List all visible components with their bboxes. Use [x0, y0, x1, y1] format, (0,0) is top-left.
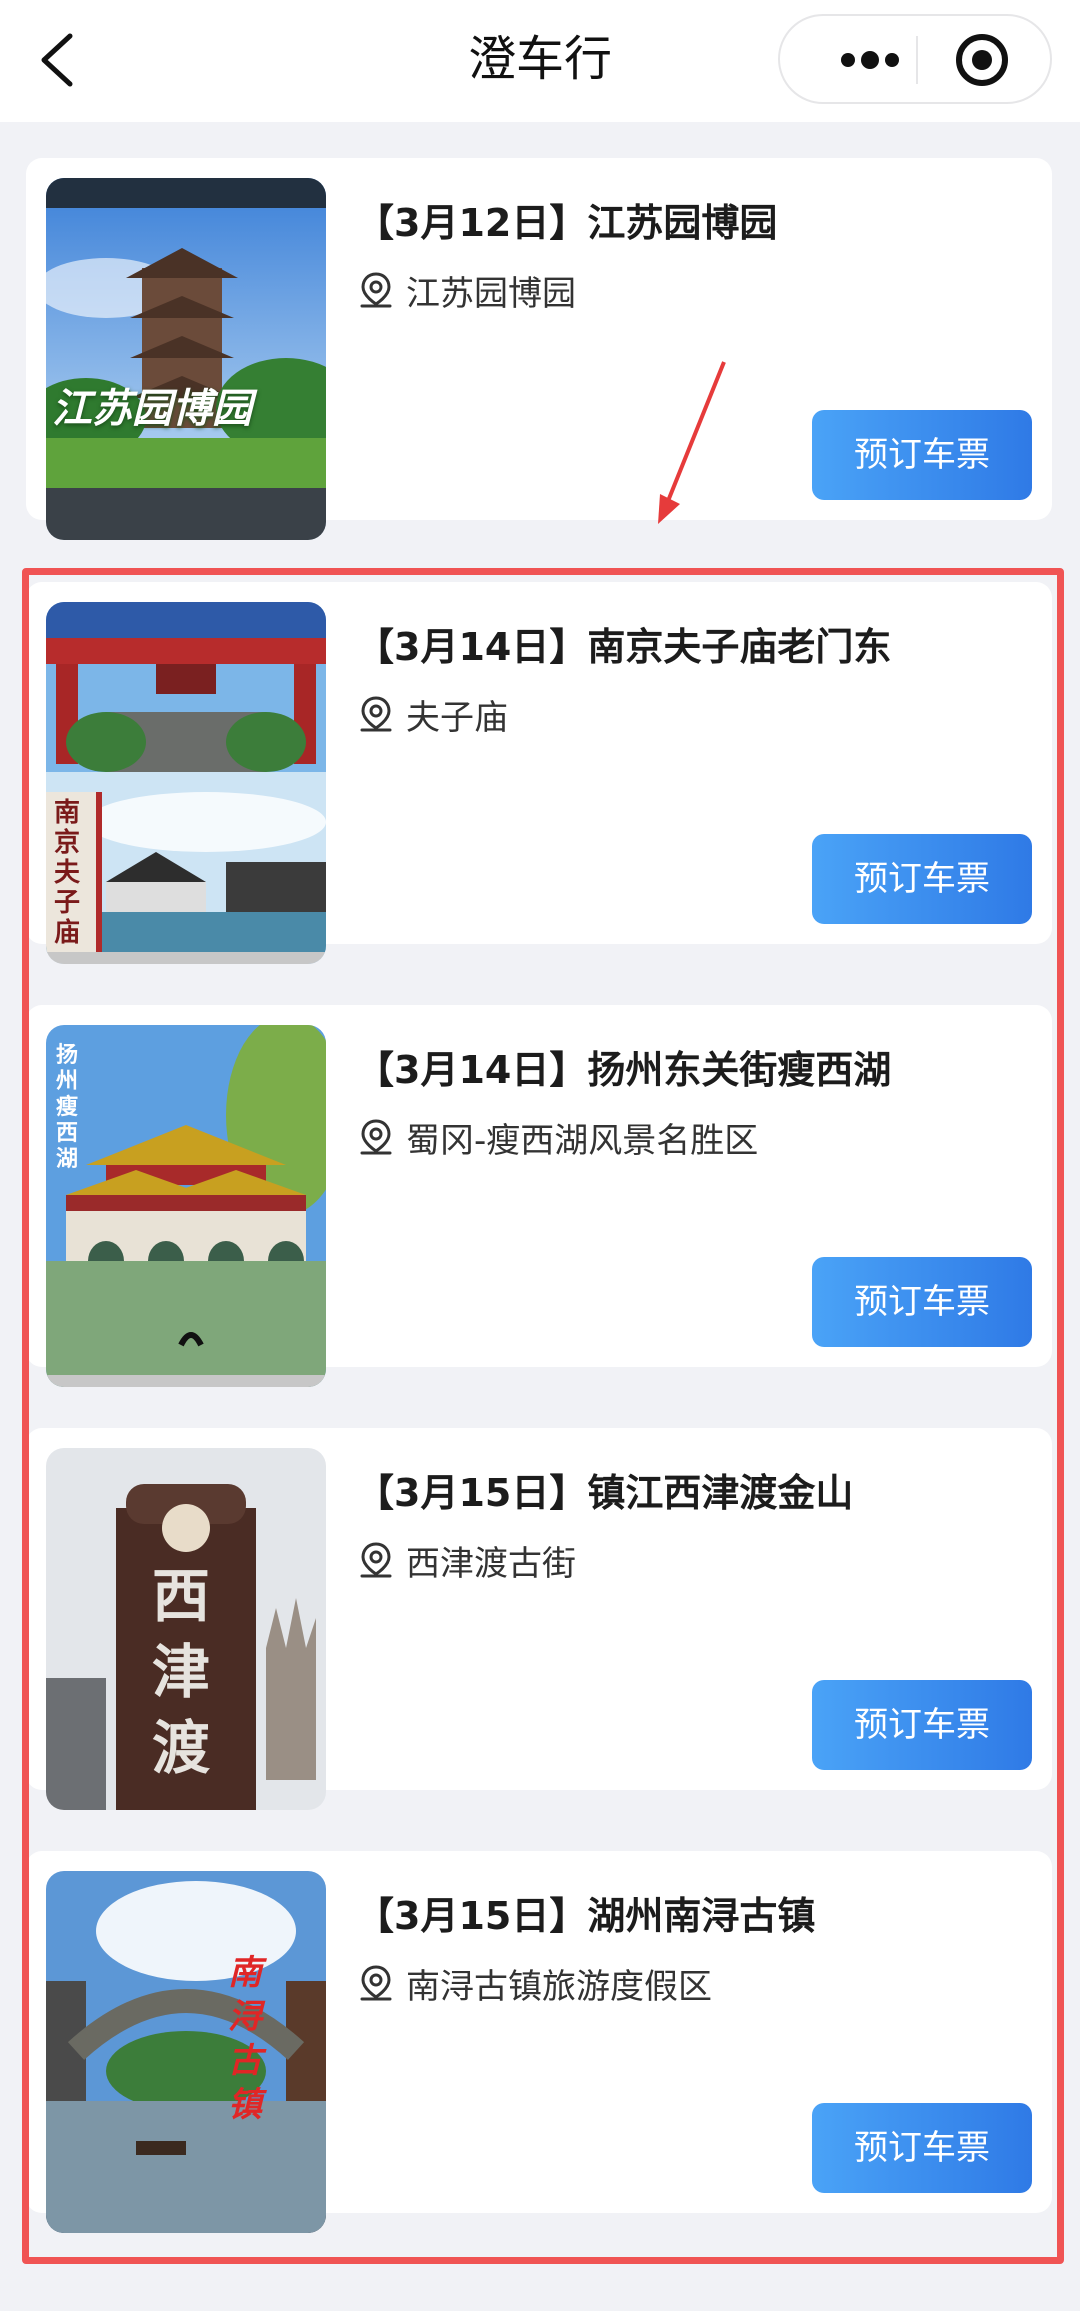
- trip-photo: 江苏园博园: [46, 178, 326, 540]
- trip-location: 西津渡古街: [406, 1544, 576, 1584]
- trip-location: 江苏园博园: [406, 274, 576, 314]
- book-ticket-button[interactable]: 预订车票: [812, 834, 1032, 924]
- trip-title: 【3月15日】湖州南浔古镇: [356, 1894, 816, 1938]
- capsule-divider: [916, 36, 918, 84]
- photo-caption: 扬州 瘦西湖: [56, 1043, 79, 1172]
- trip-title: 【3月14日】南京夫子庙老门东: [356, 625, 892, 669]
- location-pin-icon: [360, 696, 392, 732]
- photo-caption: 江苏园博园: [52, 386, 252, 432]
- more-icon[interactable]: [820, 40, 920, 80]
- book-ticket-button[interactable]: 预订车票: [812, 2103, 1032, 2193]
- trip-location: 南浔古镇旅游度假区: [406, 1967, 712, 2007]
- trip-location: 夫子庙: [406, 698, 508, 738]
- trip-photo: 南浔古镇: [46, 1871, 326, 2233]
- location-pin-icon: [360, 1965, 392, 2001]
- arrow-annotation-icon: [658, 361, 726, 524]
- trip-location: 蜀冈-瘦西湖风景名胜区: [406, 1121, 759, 1161]
- trip-card[interactable]: 南京夫子庙 【3月14日】南京夫子庙老门东 夫子庙 预订车票: [26, 582, 1052, 964]
- trip-photo: 西津渡: [46, 1448, 326, 1810]
- trip-card[interactable]: 西津渡 【3月15日】镇江西津渡金山 西津渡古街 预订车票: [26, 1428, 1052, 1810]
- mini-program-capsule: [778, 14, 1052, 104]
- photo-caption: 西津渡: [152, 1562, 211, 1782]
- trip-card[interactable]: 江苏园博园 【3月12日】江苏园博园 江苏园博园 预订车票: [26, 158, 1052, 540]
- photo-caption: 南浔古镇: [228, 1953, 262, 2125]
- book-ticket-button[interactable]: 预订车票: [812, 1680, 1032, 1770]
- trip-photo: 扬州 瘦西湖: [46, 1025, 326, 1387]
- book-ticket-button[interactable]: 预订车票: [812, 1257, 1032, 1347]
- trip-title: 【3月12日】江苏园博园: [356, 201, 778, 245]
- book-ticket-button[interactable]: 预订车票: [812, 410, 1032, 500]
- trip-title: 【3月15日】镇江西津渡金山: [356, 1471, 854, 1515]
- photo-caption: 南京夫子庙: [54, 798, 81, 948]
- location-pin-icon: [360, 1119, 392, 1155]
- trip-photo: 南京夫子庙: [46, 602, 326, 964]
- trip-card[interactable]: 南浔古镇 【3月15日】湖州南浔古镇 南浔古镇旅游度假区 预订车票: [26, 1851, 1052, 2233]
- location-pin-icon: [360, 1542, 392, 1578]
- location-pin-icon: [360, 272, 392, 308]
- trip-card[interactable]: 扬州 瘦西湖 【3月14日】扬州东关街瘦西湖 蜀冈-瘦西湖风景名胜区 预订车票: [26, 1005, 1052, 1387]
- close-target-icon[interactable]: [952, 30, 1012, 90]
- nav-bar: 澄车行: [0, 0, 1080, 122]
- trip-title: 【3月14日】扬州东关街瘦西湖: [356, 1048, 892, 1092]
